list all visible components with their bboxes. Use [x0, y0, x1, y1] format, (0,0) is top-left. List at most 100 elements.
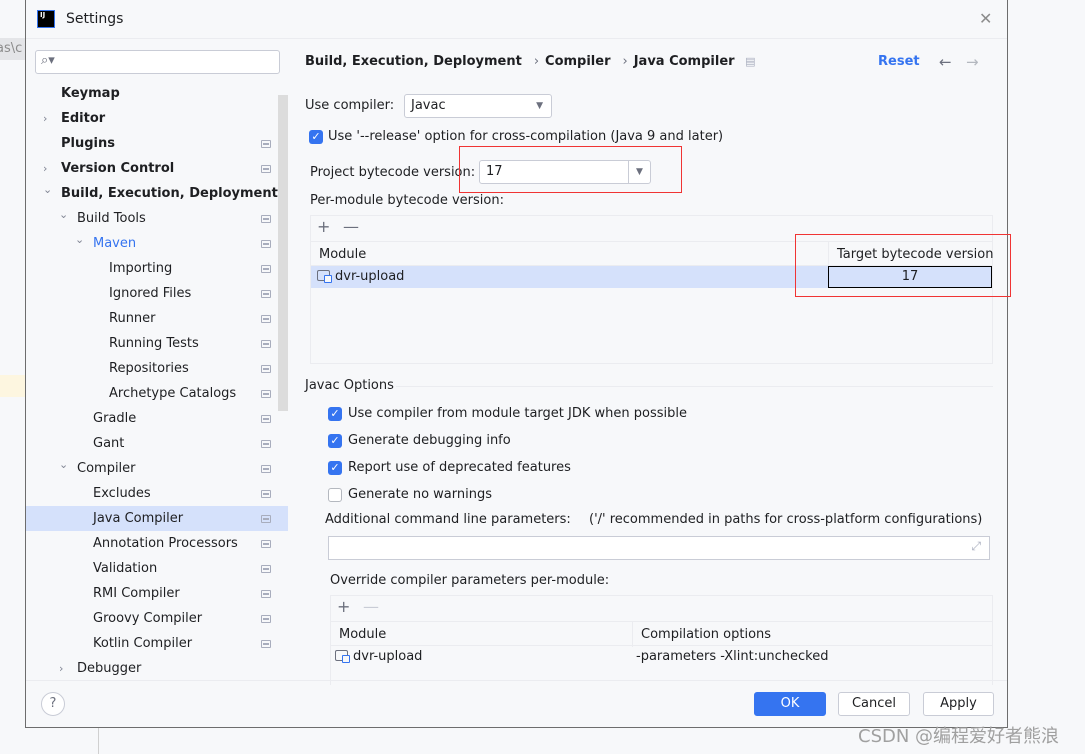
- sidebar-item-label: Groovy Compiler: [93, 611, 203, 626]
- column-header-options[interactable]: Compilation options: [632, 622, 771, 647]
- per-module-label: Per-module bytecode version:: [310, 193, 504, 208]
- project-settings-icon: [261, 290, 271, 298]
- project-bytecode-label: Project bytecode version:: [310, 165, 476, 180]
- project-settings-icon: [261, 390, 271, 398]
- apply-button[interactable]: Apply: [923, 692, 994, 716]
- sidebar-item-label: Excludes: [93, 486, 151, 501]
- sidebar-item[interactable]: Gradle: [26, 406, 288, 431]
- sidebar-item-label: Annotation Processors: [93, 536, 238, 551]
- project-settings-icon: [261, 415, 271, 423]
- override-table: + — Module Compilation options dvr-uploa…: [330, 595, 993, 685]
- project-settings-icon: [261, 365, 271, 373]
- javac-option-checkbox[interactable]: ✓: [328, 434, 342, 448]
- sidebar-item[interactable]: ⌄ Build Tools: [26, 206, 288, 231]
- additional-params-input[interactable]: ⤢: [328, 536, 990, 560]
- remove-icon[interactable]: —: [343, 217, 359, 236]
- title-bar: IJ Settings ✕: [26, 0, 1007, 39]
- sidebar-item[interactable]: Excludes: [26, 481, 288, 506]
- sidebar-item-label: Ignored Files: [109, 286, 192, 301]
- expand-icon[interactable]: ⤢: [971, 539, 981, 554]
- add-icon[interactable]: +: [317, 217, 330, 236]
- sidebar-item[interactable]: Kotlin Compiler: [26, 631, 288, 656]
- override-label: Override compiler parameters per-module:: [330, 573, 610, 588]
- sidebar-item-label: Build, Execution, Deployment: [61, 186, 278, 201]
- sidebar-item-label: Kotlin Compiler: [93, 636, 193, 651]
- annotation-highlight-box: [459, 146, 682, 193]
- cancel-button[interactable]: Cancel: [838, 692, 910, 716]
- sidebar-item[interactable]: Annotation Processors: [26, 531, 288, 556]
- remove-icon: —: [363, 597, 379, 616]
- project-settings-icon: [261, 590, 271, 598]
- sidebar-scrollbar[interactable]: [278, 95, 288, 411]
- project-settings-icon: [261, 540, 271, 548]
- sidebar-item[interactable]: Importing: [26, 256, 288, 281]
- sidebar-item[interactable]: ⌄ Maven: [26, 231, 288, 256]
- sidebar-item-label: Editor: [61, 111, 106, 126]
- project-settings-icon: [261, 565, 271, 573]
- sidebar-item[interactable]: RMI Compiler: [26, 581, 288, 606]
- javac-options-heading: Javac Options: [305, 378, 394, 393]
- add-icon[interactable]: +: [337, 597, 350, 616]
- close-icon[interactable]: ✕: [979, 9, 992, 28]
- javac-option-checkbox[interactable]: ✓: [328, 407, 342, 421]
- javac-option-label: Report use of deprecated features: [348, 460, 571, 475]
- breadcrumb: Build, Execution, Deployment › Compiler › Ja…: [305, 54, 756, 69]
- column-header-module[interactable]: Module: [339, 622, 386, 647]
- settings-search-input[interactable]: ⌕▾: [35, 50, 280, 74]
- project-settings-icon: [261, 140, 271, 148]
- sidebar-item-label: Build Tools: [77, 211, 146, 226]
- compiler-select[interactable]: Javac ▼: [404, 94, 552, 118]
- sidebar-item[interactable]: Validation: [26, 556, 288, 581]
- module-cell: dvr-upload: [317, 266, 404, 288]
- forward-arrow-icon[interactable]: →: [966, 53, 979, 71]
- breadcrumb-item[interactable]: Build, Execution, Deployment: [305, 54, 522, 69]
- project-settings-icon: [261, 165, 271, 173]
- javac-option-checkbox[interactable]: [328, 488, 342, 502]
- sidebar-item[interactable]: ⌄ Compiler: [26, 456, 288, 481]
- sidebar-item-label: RMI Compiler: [93, 586, 180, 601]
- sidebar-item[interactable]: Keymap: [26, 81, 288, 106]
- breadcrumb-item[interactable]: Compiler: [545, 54, 610, 69]
- help-icon[interactable]: ?: [41, 692, 65, 716]
- sidebar-item[interactable]: › Editor: [26, 106, 288, 131]
- sidebar-item[interactable]: Ignored Files: [26, 281, 288, 306]
- project-settings-icon: [261, 640, 271, 648]
- use-compiler-label: Use compiler:: [305, 98, 395, 113]
- sidebar-item[interactable]: Java Compiler: [26, 506, 288, 531]
- chevron-down-icon[interactable]: ⌄: [43, 177, 52, 202]
- search-icon: ⌕▾: [41, 53, 55, 68]
- sidebar-item[interactable]: › Debugger: [26, 656, 288, 681]
- sidebar-item[interactable]: Archetype Catalogs: [26, 381, 288, 406]
- sidebar-item[interactable]: Running Tests: [26, 331, 288, 356]
- project-settings-icon: [261, 515, 271, 523]
- sidebar-item-label: Importing: [109, 261, 173, 276]
- column-header-module[interactable]: Module: [319, 242, 366, 267]
- chevron-down-icon[interactable]: ⌄: [59, 452, 68, 477]
- sidebar-item-label: Gradle: [93, 411, 137, 426]
- sidebar-item-label: Keymap: [61, 86, 120, 101]
- chevron-right-icon[interactable]: ›: [59, 656, 63, 681]
- options-cell[interactable]: -parameters -Xlint:unchecked: [636, 646, 828, 668]
- table-row[interactable]: dvr-upload -parameters -Xlint:unchecked: [331, 646, 992, 668]
- sidebar-item[interactable]: Groovy Compiler: [26, 606, 288, 631]
- section-divider: [396, 386, 993, 387]
- reset-link[interactable]: Reset: [878, 54, 920, 69]
- chevron-right-icon[interactable]: ›: [43, 106, 47, 131]
- annotation-highlight-box: [795, 234, 1011, 297]
- sidebar-item[interactable]: Runner: [26, 306, 288, 331]
- javac-option-checkbox[interactable]: ✓: [328, 461, 342, 475]
- sidebar-item-label: Validation: [93, 561, 158, 576]
- project-settings-icon: [261, 440, 271, 448]
- chevron-down-icon[interactable]: ⌄: [59, 202, 68, 227]
- footer-divider: [26, 680, 1007, 681]
- sidebar-item[interactable]: Repositories: [26, 356, 288, 381]
- sidebar-item-label: Debugger: [77, 661, 142, 676]
- ok-button[interactable]: OK: [754, 692, 826, 716]
- sidebar-item[interactable]: Plugins: [26, 131, 288, 156]
- sidebar-item-label: Repositories: [109, 361, 189, 376]
- javac-option-label: Generate no warnings: [348, 487, 493, 502]
- sidebar-item[interactable]: › Version Control: [26, 156, 288, 181]
- chevron-down-icon[interactable]: ⌄: [75, 227, 84, 252]
- release-option-checkbox[interactable]: ✓: [309, 130, 323, 144]
- back-arrow-icon[interactable]: ←: [939, 53, 952, 71]
